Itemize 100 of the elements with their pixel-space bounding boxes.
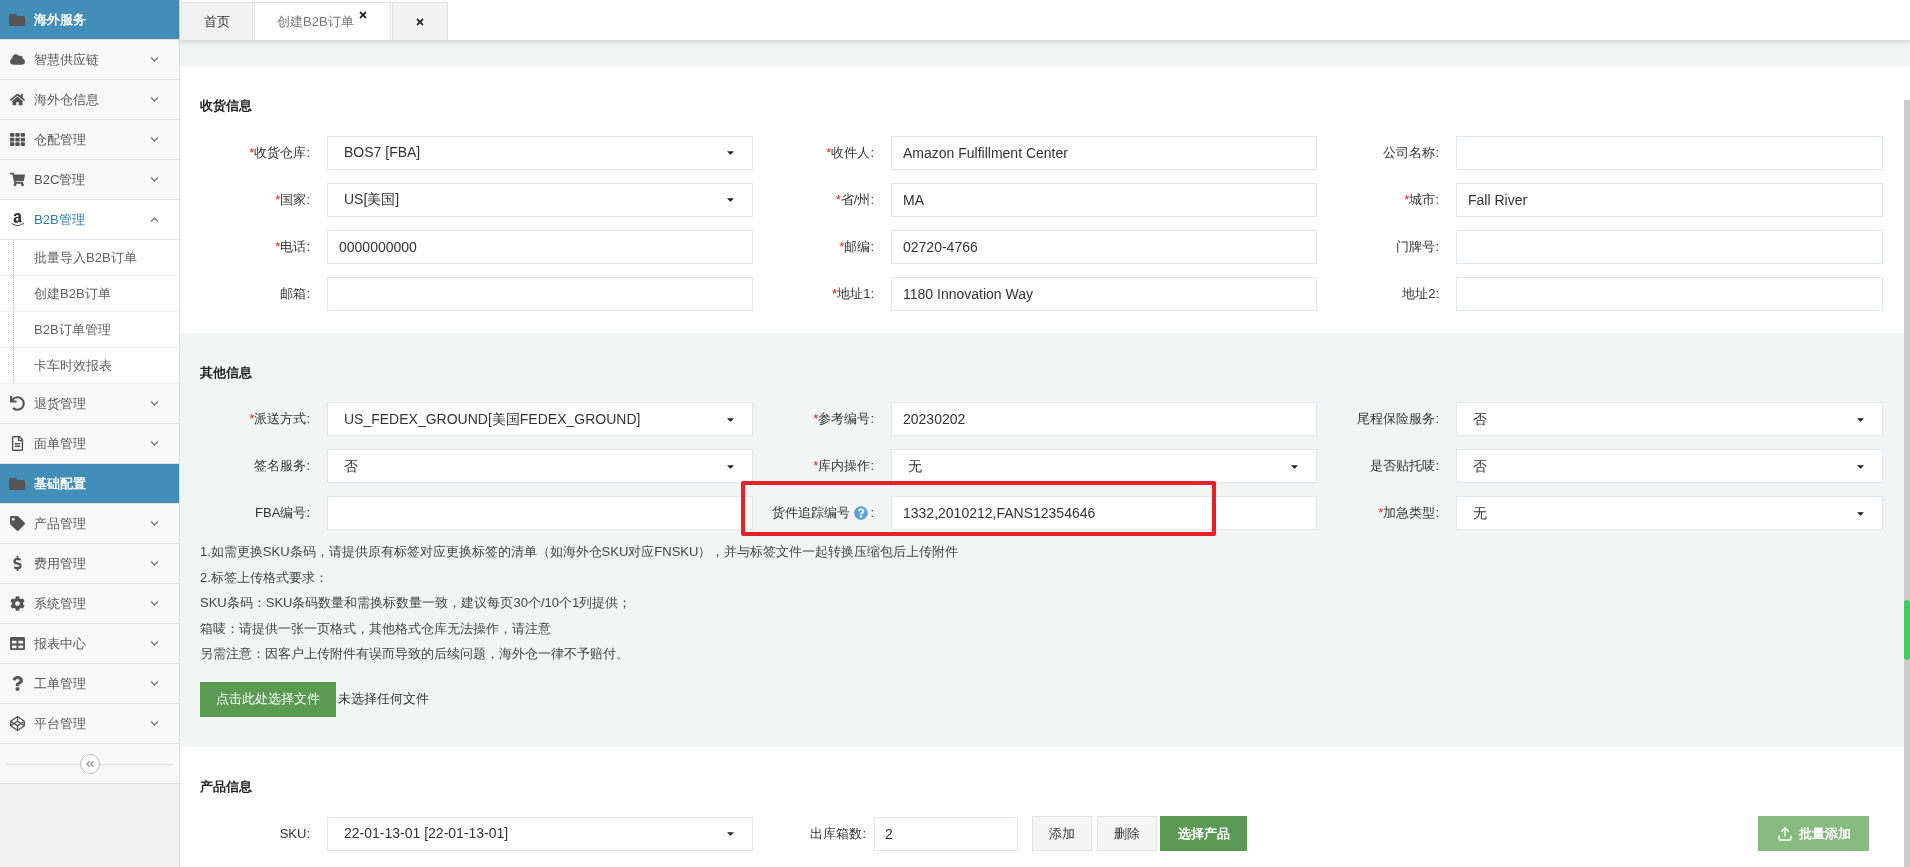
instruction-text: 箱唛：请提供一张一页格式，其他格式仓库无法操作，请注意 — [200, 619, 552, 638]
select-field[interactable]: 无 — [891, 449, 1317, 483]
field-label: 门牌号: — [1396, 237, 1439, 256]
settings-icon — [9, 596, 25, 611]
field-label: 尾程保险服务: — [1357, 410, 1439, 429]
sidebar-item[interactable]: 平台管理 — [0, 704, 179, 744]
chevron-icon — [150, 639, 159, 648]
sidebar-item[interactable]: 费用管理 — [0, 544, 179, 584]
select-field[interactable]: US_FEDEX_GROUND[美国FEDEX_GROUND] — [327, 402, 753, 436]
field-label: *邮编: — [839, 237, 874, 256]
field-label: *收货仓库: — [249, 143, 310, 162]
amazon-logo-icon — [9, 212, 25, 227]
file-status-text: 未选择任何文件 — [338, 690, 429, 709]
cloud-icon — [9, 52, 25, 67]
field-label: SKU: — [278, 824, 311, 843]
select-field[interactable]: 无 — [1456, 496, 1883, 530]
chevron-icon — [150, 135, 159, 144]
select-field[interactable]: US[美国] — [327, 182, 753, 217]
input-field[interactable] — [1456, 276, 1883, 311]
sidebar-item[interactable]: 报表中心 — [0, 624, 179, 664]
instruction-text: 2.标签上传格式要求： — [200, 568, 329, 587]
input-field[interactable]: 02720-4766 — [891, 229, 1317, 264]
table-icon — [9, 636, 25, 651]
close-icon[interactable] — [357, 9, 368, 20]
tag-icon — [9, 516, 25, 531]
field-label: *派送方式: — [249, 410, 310, 429]
field-label: *参考编号: — [813, 410, 874, 429]
help-icon[interactable] — [854, 506, 869, 520]
field-label: *国家: — [275, 190, 310, 209]
tab[interactable]: 首页 — [181, 2, 253, 40]
sidebar-item[interactable]: 产品管理 — [0, 504, 179, 544]
input-field[interactable] — [327, 496, 753, 530]
colon-text: : — [870, 504, 874, 523]
input-field[interactable]: 1332,2010212,FANS12354646 — [891, 496, 1317, 530]
section-title: 收货信息 — [200, 97, 253, 115]
select-field[interactable]: 22-01-13-01 [22-01-13-01] — [327, 816, 753, 851]
input-field[interactable] — [1456, 229, 1883, 264]
field-label: 货件追踪编号 — [772, 504, 851, 523]
input-field[interactable]: MA — [891, 182, 1317, 217]
undo-icon — [9, 396, 25, 411]
sidebar-item[interactable]: 退货管理 — [0, 384, 179, 424]
field-label: *省/州: — [835, 190, 874, 209]
chevron-icon — [150, 719, 159, 728]
field-label: *库内操作: — [813, 457, 874, 476]
field-label: *电话: — [275, 237, 310, 256]
field-label: FBA编号: — [255, 504, 310, 523]
chevron-icon — [150, 95, 159, 104]
select-field[interactable]: 否 — [1456, 449, 1883, 483]
sidebar-item[interactable]: 系统管理 — [0, 584, 179, 624]
field-label: 出库箱数: — [809, 824, 867, 843]
input-field[interactable] — [327, 276, 753, 311]
instruction-text: SKU条码：SKU条码数量和需换标数量一致，建议每页30个/10个1列提供； — [200, 594, 633, 612]
instruction-text: 1.如需更换SKU条码，请提供原有标签对应更换标签的清单（如海外仓SKU对应FNSKU），并与标签文件一起转换压缩包后上传附件 — [200, 543, 960, 561]
chevron-icon — [150, 55, 159, 64]
chevron-icon — [150, 215, 159, 224]
input-field[interactable]: 0000000000 — [327, 229, 753, 264]
sidebar-section-header[interactable]: 基础配置 — [0, 464, 179, 504]
sidebar-item[interactable]: 智慧供应链 — [0, 40, 179, 80]
document-icon — [9, 436, 25, 451]
sidebar-item[interactable]: B2B管理 — [0, 200, 179, 240]
collapse-sidebar-button[interactable] — [79, 753, 100, 774]
chevron-icon — [150, 519, 159, 528]
input-field[interactable]: Amazon Fulfillment Center — [891, 135, 1317, 170]
input-field[interactable] — [1456, 135, 1883, 170]
grid-icon — [9, 132, 25, 147]
input-field[interactable]: 2 — [874, 816, 1018, 851]
field-label: *城市: — [1404, 190, 1439, 209]
close-icon[interactable] — [414, 16, 425, 27]
input-field[interactable]: 20230202 — [891, 402, 1317, 436]
chevron-icon — [150, 399, 159, 408]
folder-icon — [9, 11, 25, 28]
field-label: 邮箱: — [280, 284, 310, 303]
home-icon — [9, 92, 25, 107]
instruction-text: 另需注意：因客户上传附件有误而导致的后续问题，海外仓一律不予赔付。 — [200, 645, 630, 663]
select-field[interactable]: 否 — [327, 449, 753, 483]
chevron-icon — [150, 175, 159, 184]
sidebar-item[interactable]: 面单管理 — [0, 424, 179, 464]
sidebar-item[interactable]: B2C管理 — [0, 160, 179, 200]
chevron-icon — [150, 679, 159, 688]
sidebar-item[interactable]: 海外仓信息 — [0, 80, 179, 120]
tab[interactable]: 创建B2B订单 — [254, 2, 391, 40]
sidebar-section-header[interactable]: 海外服务 — [0, 0, 179, 40]
chevron-icon — [150, 559, 159, 568]
field-label: 地址2: — [1402, 284, 1439, 303]
folder-icon — [9, 475, 25, 492]
field-label: *收件人: — [826, 143, 874, 162]
input-field[interactable]: 1180 Innovation Way — [891, 276, 1317, 311]
select-field[interactable]: 否 — [1456, 402, 1883, 436]
field-label: *地址1: — [832, 284, 874, 303]
delete-button[interactable]: 删除 — [1097, 816, 1157, 851]
sidebar-item[interactable]: 仓配管理 — [0, 120, 179, 160]
chevron-icon — [150, 599, 159, 608]
sidebar-item[interactable]: 工单管理 — [0, 664, 179, 704]
select-field[interactable]: BOS7 [FBA] — [327, 135, 753, 170]
field-label: *加急类型: — [1378, 504, 1439, 523]
input-field[interactable]: Fall River — [1456, 182, 1883, 217]
add-button[interactable]: 添加 — [1032, 816, 1092, 851]
cart-icon — [9, 172, 25, 187]
section-title: 其他信息 — [200, 363, 253, 382]
double-chevron-icon — [84, 758, 95, 769]
